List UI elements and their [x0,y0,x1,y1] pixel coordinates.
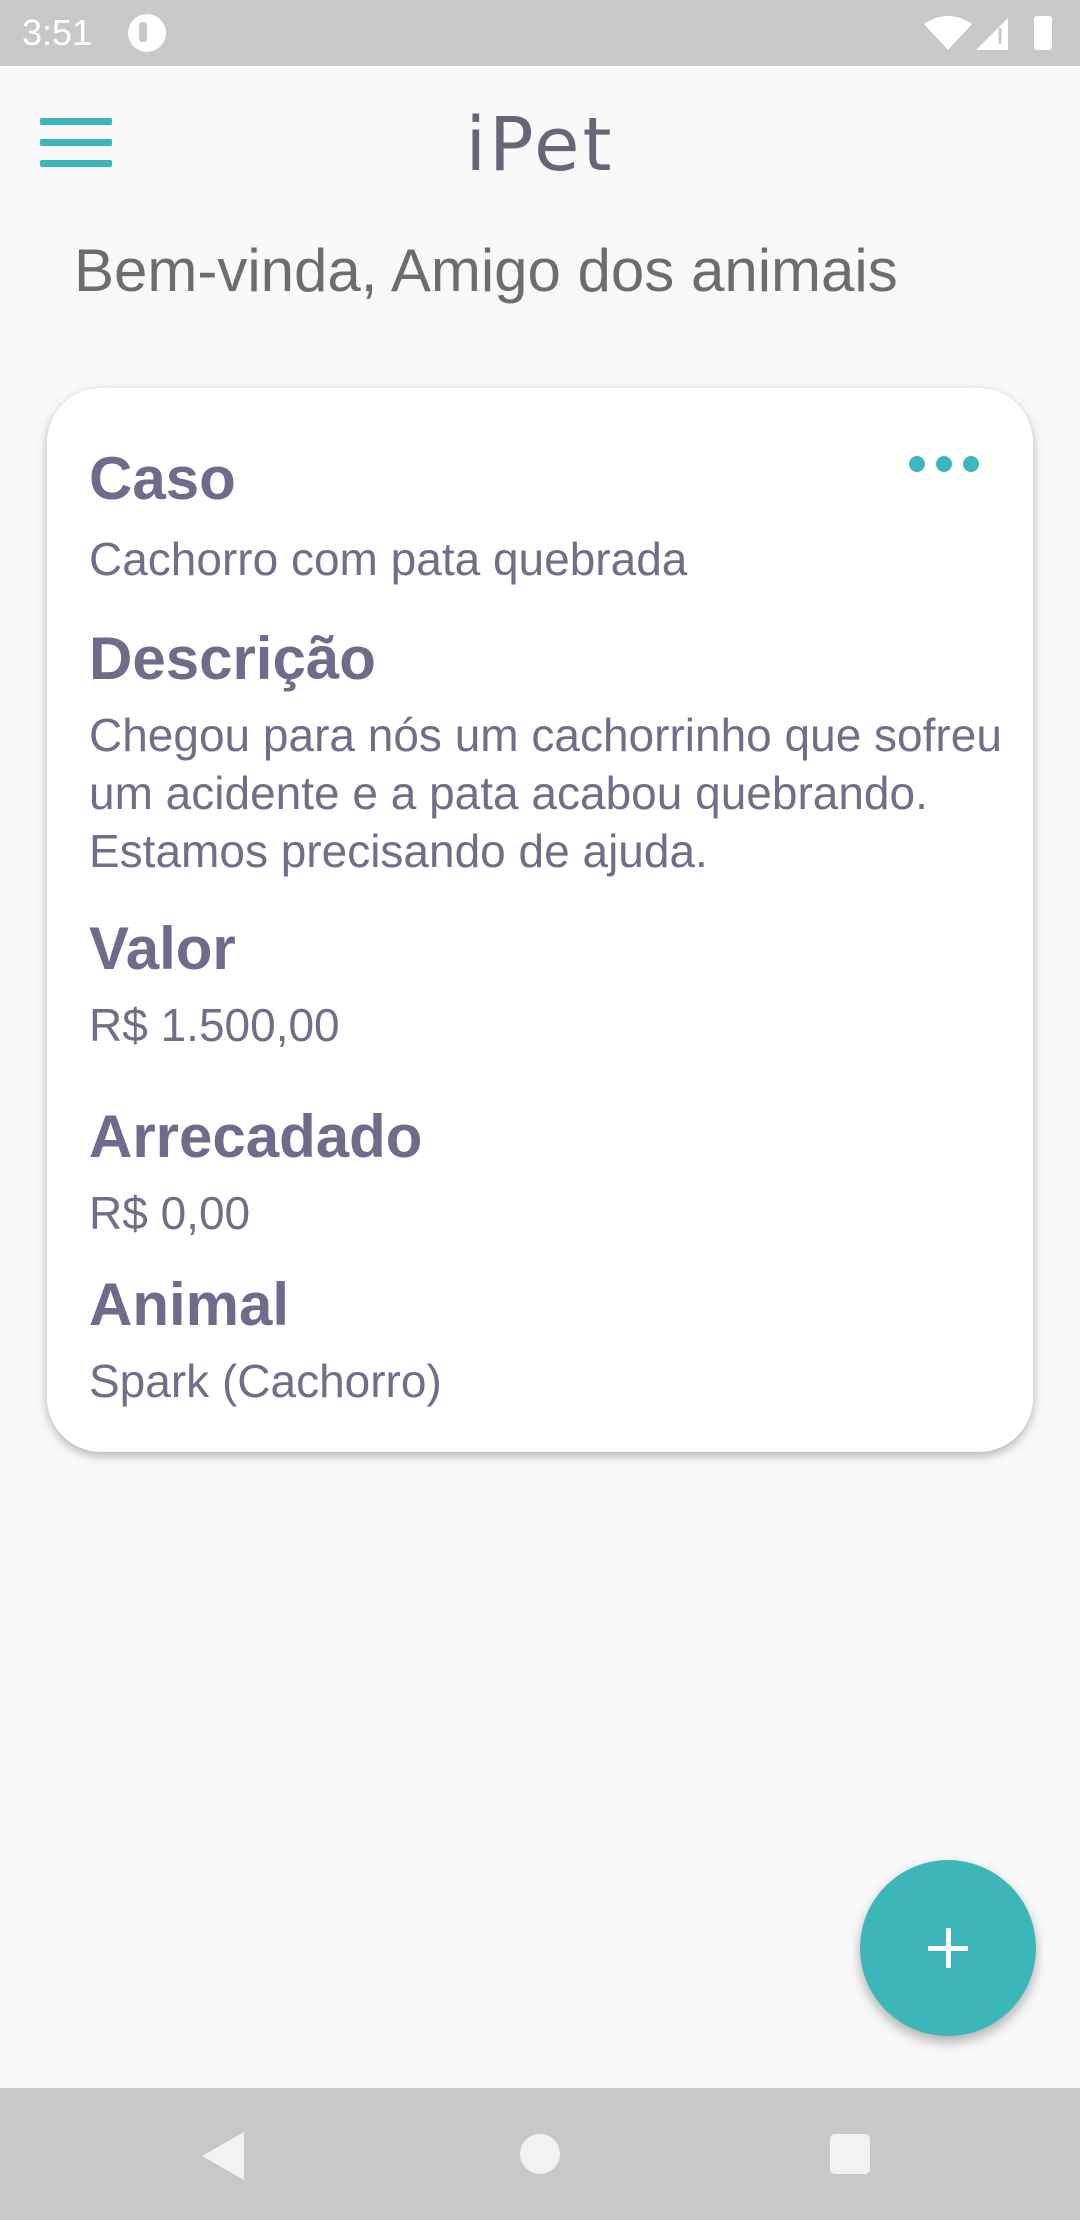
screen: 3:51 iPet Bem-vinda, Amigo dos animais C… [0,0,1080,2220]
value-value: R$ 1.500,00 [89,999,340,1051]
description-value: Chegou para nós um cachorrinho que sofre… [89,709,1002,877]
status-bar: 3:51 [0,0,1080,66]
signal-icon [976,18,1008,50]
collected-label: Arrecadado [89,1103,423,1170]
case-card[interactable]: Caso Cachorro com pata quebrada Descriçã… [47,388,1033,1452]
navigation-bar [0,2088,1080,2220]
battery-icon [1034,16,1052,50]
status-icons [924,16,1052,50]
app-title: iPet [465,102,615,188]
animal-label: Animal [89,1271,290,1338]
value-label: Valor [89,915,236,982]
home-icon[interactable] [520,2134,560,2174]
description-label: Descrição [89,625,376,692]
case-value: Cachorro com pata quebrada [89,533,688,585]
animal-value: Spark (Cachorro) [89,1355,442,1407]
more-horizontal-icon[interactable] [909,452,979,476]
wifi-icon [924,16,972,50]
collected-value: R$ 0,00 [89,1187,251,1239]
status-time: 3:51 [22,12,93,53]
back-icon[interactable] [202,2132,244,2180]
add-case-button[interactable] [860,1860,1036,2036]
case-label: Caso [89,445,236,512]
recents-icon[interactable] [830,2134,870,2174]
welcome-text: Bem-vinda, Amigo dos animais [74,237,898,304]
notification-app-icon [128,14,166,52]
